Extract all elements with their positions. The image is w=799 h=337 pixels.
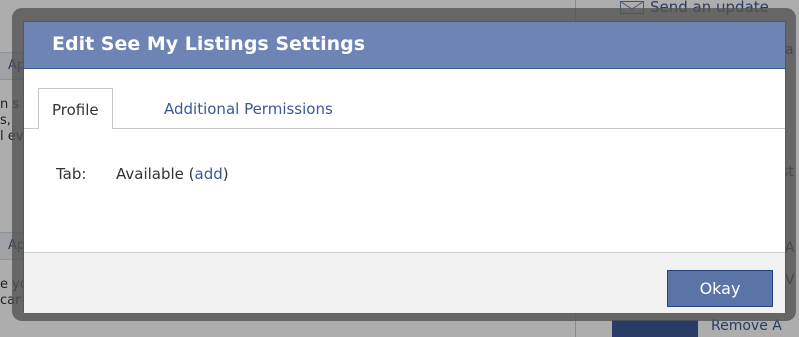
dialog-title-bar: Edit See My Listings Settings (24, 22, 785, 69)
dialog-title: Edit See My Listings Settings (52, 33, 366, 55)
tab-status-suffix: ) (222, 165, 229, 183)
dialog-body: Tab: Available (add) (24, 129, 785, 252)
okay-button[interactable]: Okay (667, 270, 773, 307)
tab-setting-label: Tab: (56, 165, 87, 183)
add-tab-link[interactable]: add (195, 165, 223, 183)
screen: Ap n s s, l ev Ap e yo car a st A V Send… (0, 0, 799, 337)
tab-setting-row: Tab: Available (add) (56, 165, 229, 183)
tab-status-text: Available ( (116, 165, 195, 183)
tab-setting-value: Available (add) (116, 165, 229, 183)
tab-additional-permissions[interactable]: Additional Permissions (151, 88, 346, 130)
tab-profile[interactable]: Profile (38, 88, 113, 130)
dialog-footer: Okay (24, 252, 785, 313)
settings-dialog: Edit See My Listings Settings Profile Ad… (23, 21, 786, 313)
tab-bar: Profile Additional Permissions (24, 69, 785, 130)
